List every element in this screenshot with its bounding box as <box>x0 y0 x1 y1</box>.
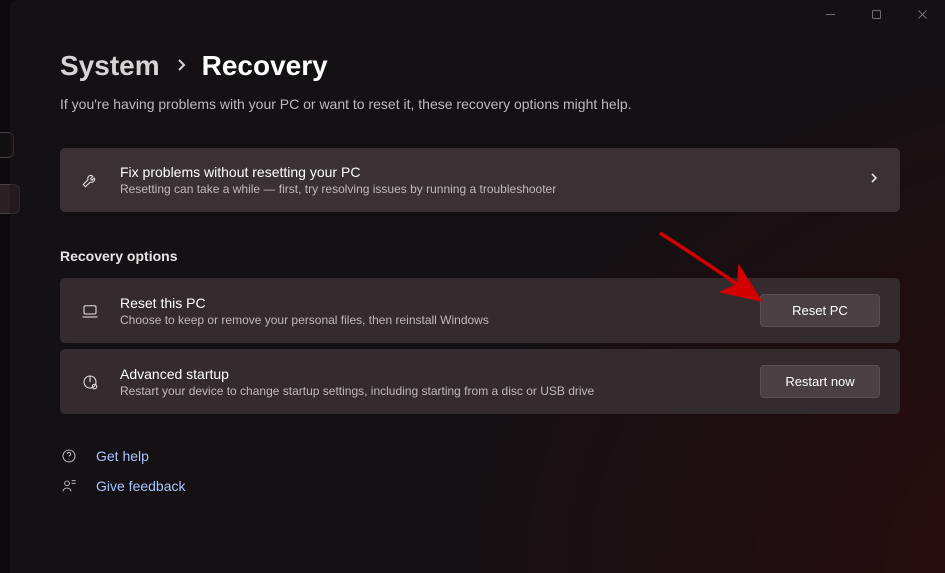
breadcrumb: System Recovery <box>60 50 900 82</box>
card-description: Choose to keep or remove your personal f… <box>120 313 740 327</box>
card-description: Restart your device to change startup se… <box>120 384 740 398</box>
link-label: Give feedback <box>96 478 186 494</box>
card-title: Advanced startup <box>120 366 740 382</box>
card-text: Fix problems without resetting your PC R… <box>120 164 848 196</box>
feedback-icon <box>60 478 78 494</box>
chevron-right-icon <box>868 171 880 189</box>
breadcrumb-parent[interactable]: System <box>60 50 160 82</box>
section-heading: Recovery options <box>60 248 900 264</box>
fix-problems-card[interactable]: Fix problems without resetting your PC R… <box>60 148 900 212</box>
reset-pc-button[interactable]: Reset PC <box>760 294 880 327</box>
card-description: Resetting can take a while — first, try … <box>120 182 848 196</box>
help-icon <box>60 448 78 464</box>
reset-icon <box>80 302 100 320</box>
card-text: Advanced startup Restart your device to … <box>120 366 740 398</box>
wrench-icon <box>80 171 100 189</box>
link-label: Get help <box>96 448 149 464</box>
get-help-link[interactable]: Get help <box>60 448 900 464</box>
reset-pc-card: Reset this PC Choose to keep or remove y… <box>60 278 900 343</box>
advanced-startup-card: Advanced startup Restart your device to … <box>60 349 900 414</box>
breadcrumb-current: Recovery <box>202 50 328 82</box>
power-settings-icon <box>80 373 100 391</box>
card-title: Reset this PC <box>120 295 740 311</box>
card-title: Fix problems without resetting your PC <box>120 164 848 180</box>
page-container: System Recovery If you're having problem… <box>10 0 945 573</box>
give-feedback-link[interactable]: Give feedback <box>60 478 900 494</box>
chevron-right-icon <box>176 56 186 77</box>
restart-now-button[interactable]: Restart now <box>760 365 880 398</box>
page-subtitle: If you're having problems with your PC o… <box>60 96 900 112</box>
card-text: Reset this PC Choose to keep or remove y… <box>120 295 740 327</box>
footer-links: Get help Give feedback <box>60 448 900 494</box>
